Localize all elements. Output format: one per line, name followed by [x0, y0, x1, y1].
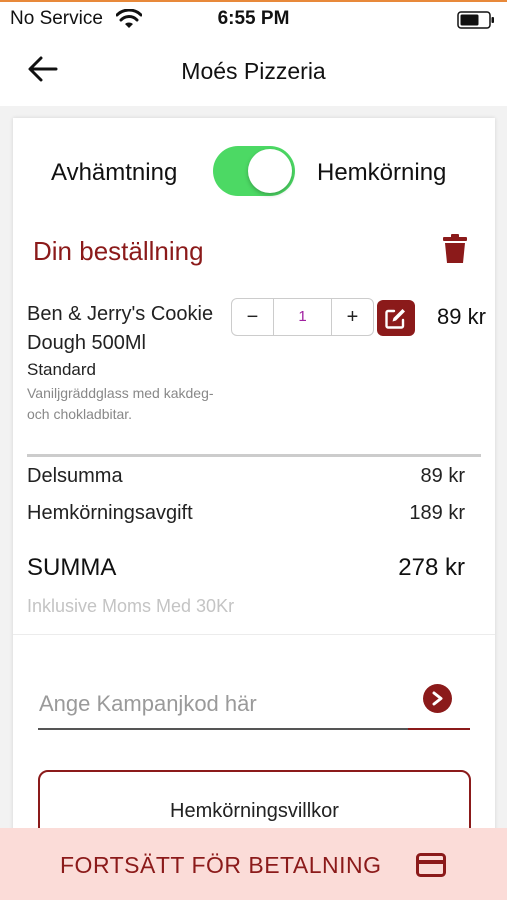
- order-title: Din beställning: [33, 236, 204, 266]
- edit-icon: [385, 309, 405, 329]
- subtotal-value: 89 kr: [420, 465, 465, 487]
- delivery-toggle-row: Avhämtning Hemkörning: [13, 146, 495, 198]
- battery-icon: [457, 11, 494, 29]
- delivery-fee-value: 189 kr: [409, 502, 465, 524]
- clock: 6:55 PM: [217, 8, 290, 29]
- page-title: Moés Pizzeria: [181, 58, 326, 84]
- divider: [27, 454, 481, 457]
- total-label: SUMMA: [27, 554, 117, 581]
- delivery-toggle-switch[interactable]: [213, 146, 295, 196]
- vat-note: Inklusive Moms Med 30Kr: [27, 596, 235, 616]
- nav-bar: Moés Pizzeria: [0, 36, 507, 106]
- decrease-quantity-button[interactable]: −: [232, 299, 274, 335]
- checkout-button[interactable]: FORTSÄTT FÖR BETALNING: [0, 828, 507, 900]
- item-variant: Standard: [27, 360, 96, 379]
- divider: [13, 634, 495, 635]
- apply-promo-button[interactable]: [423, 684, 452, 713]
- promo-underline: [38, 728, 408, 730]
- item-name: Ben & Jerry's Cookie Dough 500Ml: [27, 303, 214, 354]
- toggle-knob: [248, 149, 292, 193]
- order-card: Avhämtning Hemkörning Din beställning Be…: [13, 118, 495, 850]
- item-description: Vaniljgräddglass med kakdeg- och choklad…: [27, 385, 214, 422]
- chevron-right-icon: [432, 691, 443, 706]
- status-bar: No Service 6:55 PM: [0, 0, 507, 36]
- increase-quantity-button[interactable]: +: [331, 299, 373, 335]
- delivery-fee-label: Hemkörningsavgift: [27, 502, 193, 524]
- item-price: 89 kr: [437, 304, 486, 329]
- quantity-stepper: − 1 +: [231, 298, 374, 336]
- pickup-label: Avhämtning: [51, 159, 178, 186]
- delivery-terms-label: Hemkörningsvillkor: [170, 800, 339, 822]
- checkout-label: FORTSÄTT FÖR BETALNING: [60, 852, 382, 878]
- credit-card-icon: [416, 853, 446, 877]
- subtotal-label: Delsumma: [27, 465, 123, 487]
- trash-icon[interactable]: [443, 234, 467, 264]
- promo-code-input[interactable]: [39, 688, 409, 720]
- promo-underline-accent: [408, 728, 470, 730]
- total-value: 278 kr: [398, 554, 465, 581]
- quantity-value: 1: [298, 308, 307, 325]
- edit-item-button[interactable]: [377, 300, 415, 336]
- delivery-label: Hemkörning: [317, 159, 447, 186]
